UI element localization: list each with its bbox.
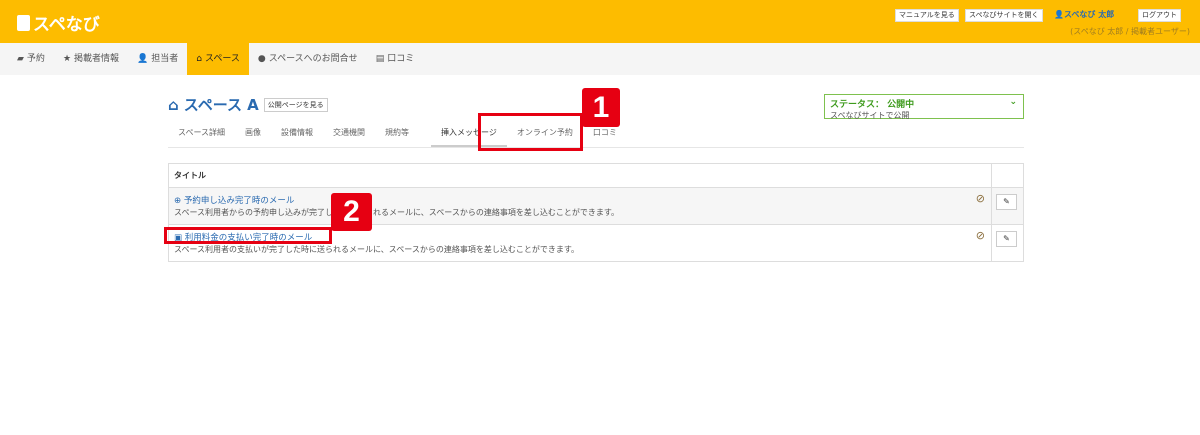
table-row: ⊕ 予約申し込み完了時のメール スペース利用者からの予約申し込みが完了した時に送…	[168, 187, 1024, 225]
annotation-badge-1: 1	[582, 88, 620, 127]
nav-space[interactable]: ⌂ スペース	[187, 43, 249, 75]
tab-detail[interactable]: スペース詳細	[168, 118, 235, 147]
page-title: ⌂ スペース A 公開ページを見る	[168, 94, 328, 115]
row-title-link[interactable]: ⊕ 予約申し込み完了時のメール	[174, 194, 986, 206]
nav-staff[interactable]: 👤 担当者	[128, 43, 187, 75]
nav-publisher[interactable]: ★ 掲載者情報	[54, 43, 128, 75]
logo[interactable]: スペなび	[17, 10, 100, 35]
chevron-down-icon: ⌄	[1009, 97, 1017, 107]
home-icon: ⌂	[196, 54, 202, 64]
edit-button[interactable]: ✎	[996, 194, 1017, 210]
edit-button[interactable]: ✎	[996, 231, 1017, 247]
review-icon: ▤	[375, 54, 385, 64]
status-dropdown[interactable]: ステータス： 公開中 スペなびサイトで公開 ⌄	[824, 94, 1024, 120]
user-role: (スペなび 太郎 / 掲載者ユーザー)	[1070, 27, 1190, 36]
tab-images[interactable]: 画像	[235, 118, 271, 147]
header: スペなび マニュアルを見る スペなびサイトを開く 👤スペなび 太郎 ログアウト …	[0, 0, 1200, 43]
nav-reservation[interactable]: ▰ 予約	[8, 43, 54, 75]
nav-label: 予約	[26, 54, 45, 64]
logo-icon	[17, 14, 30, 31]
user-name: スペなび 太郎	[1063, 10, 1115, 19]
annotation-box-1	[478, 113, 583, 151]
message-table: タイトル ⊕ 予約申し込み完了時のメール スペース利用者からの予約申し込みが完了…	[168, 163, 1024, 262]
main-nav: ▰ 予約 ★ 掲載者情報 👤 担当者 ⌂ スペース ● スペースへのお問合せ ▤ 口コミ	[0, 43, 1200, 75]
user-icon: 👤	[1054, 10, 1064, 19]
tab-terms[interactable]: 規約等	[375, 118, 419, 147]
annotation-box-2	[164, 227, 332, 244]
home-icon: ⌂	[168, 95, 179, 114]
nav-label: 口コミ	[387, 54, 415, 64]
disabled-icon: ⊘	[975, 229, 985, 242]
star-icon: ★	[62, 54, 72, 64]
book-icon: ▰	[17, 54, 24, 64]
comment-icon: ●	[257, 54, 266, 64]
nav-label: 掲載者情報	[74, 54, 120, 64]
logout-button[interactable]: ログアウト	[1138, 9, 1181, 22]
nav-review[interactable]: ▤ 口コミ	[367, 43, 424, 75]
nav-inquiry[interactable]: ● スペースへのお問合せ	[249, 43, 367, 75]
row-title: 予約申し込み完了時のメール	[183, 196, 295, 206]
nav-label: スペース	[204, 54, 240, 64]
logo-text: スペなび	[33, 15, 100, 35]
user-link[interactable]: 👤スペなび 太郎	[1054, 9, 1114, 20]
nav-label: スペースへのお問合せ	[268, 54, 358, 64]
user-icon: 👤	[137, 54, 149, 64]
column-title: タイトル	[168, 163, 992, 188]
public-page-button[interactable]: 公開ページを見る	[263, 97, 328, 112]
tab-equipment[interactable]: 設備情報	[271, 118, 323, 147]
annotation-badge-2: 2	[331, 193, 372, 231]
column-actions	[991, 163, 1024, 188]
tab-transport[interactable]: 交通機関	[323, 118, 375, 147]
page-title-text: スペース A	[183, 96, 259, 114]
disabled-icon: ⊘	[975, 192, 985, 205]
row-desc: スペース利用者の支払いが完了した時に送られるメールに、スペースからの連絡事項を差…	[174, 245, 580, 254]
status-label: ステータス： 公開中	[830, 100, 915, 110]
row-desc: スペース利用者からの予約申し込みが完了した時に送られるメールに、スペースからの連…	[174, 208, 620, 217]
open-site-button[interactable]: スペなびサイトを開く	[965, 9, 1043, 22]
manual-button[interactable]: マニュアルを見る	[895, 9, 959, 22]
nav-label: 担当者	[151, 54, 179, 64]
